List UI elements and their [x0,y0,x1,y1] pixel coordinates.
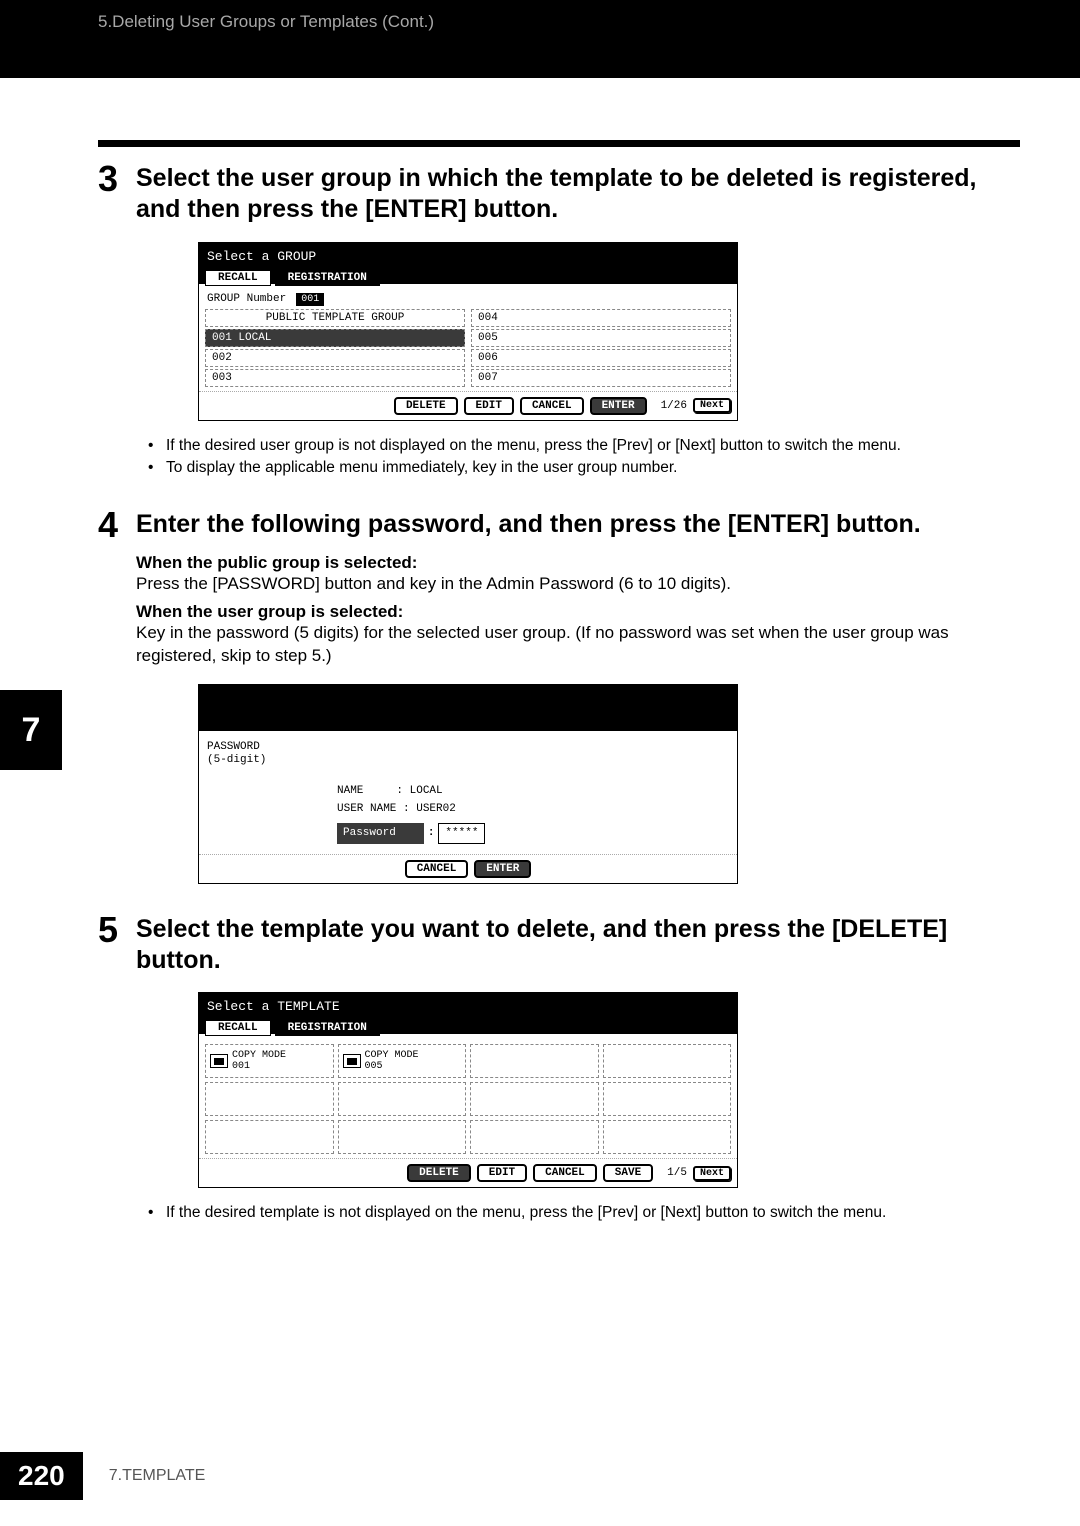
name-label: NAME [337,785,363,797]
page-header: 5.Deleting User Groups or Templates (Con… [0,0,1080,78]
enter-button[interactable]: ENTER [590,397,647,415]
tab-registration[interactable]: REGISTRATION [275,1020,380,1036]
step-number: 5 [98,912,136,948]
list-item[interactable]: 005 [471,329,731,347]
step-heading: Enter the following password, and then p… [136,507,921,540]
template-label: COPY MODE005 [365,1050,419,1072]
template-item[interactable]: COPY MODE005 [338,1044,467,1078]
save-button[interactable]: SAVE [603,1164,653,1182]
list-item[interactable]: 003 [205,369,465,387]
group-number-label: GROUP Number [207,293,286,305]
template-icon [343,1054,361,1068]
subhead: When the public group is selected: [136,553,1020,573]
tab-registration[interactable]: REGISTRATION [275,270,380,286]
cancel-button[interactable]: CANCEL [405,860,469,878]
subtext: Press the [PASSWORD] button and key in t… [136,573,1020,596]
breadcrumb: 5.Deleting User Groups or Templates (Con… [98,12,434,31]
step-5: 5 Select the template you want to delete… [98,912,1020,977]
step-number: 4 [98,507,136,543]
step-heading: Select the template you want to delete, … [136,912,1020,977]
cancel-button[interactable]: CANCEL [533,1164,597,1182]
username-label: USER NAME [337,803,396,815]
screen-button-row: DELETE EDIT CANCEL ENTER 1/26 Next [199,391,737,420]
edit-button[interactable]: EDIT [464,397,514,415]
password-body: PASSWORD (5-digit) NAME : LOCAL USER NAM… [199,731,737,853]
username-value: : USER02 [403,803,456,815]
list-item[interactable]: 002 [205,349,465,367]
template-empty[interactable] [603,1120,732,1154]
note-item: If the desired template is not displayed… [148,1202,1020,1224]
screenshot-password: PASSWORD (5-digit) NAME : LOCAL USER NAM… [198,684,738,883]
password-fields: NAME : LOCAL USER NAME : USER02 Password… [337,782,729,844]
template-empty[interactable] [205,1120,334,1154]
screen-title-blank [199,685,737,731]
template-empty[interactable] [470,1082,599,1116]
template-empty[interactable] [338,1082,467,1116]
page-indicator: 1/26 [661,400,687,412]
template-label: COPY MODE001 [232,1050,286,1072]
group-number-field[interactable]: 001 [296,293,324,306]
template-empty[interactable] [603,1044,732,1078]
note-item: If the desired user group is not display… [148,435,1020,457]
edit-button[interactable]: EDIT [477,1164,527,1182]
cancel-button[interactable]: CANCEL [520,397,584,415]
tab-row: RECALL REGISTRATION [199,270,737,286]
step-number: 3 [98,161,136,197]
page-indicator: 1/5 [667,1167,687,1179]
step-4: 4 Enter the following password, and then… [98,507,1020,543]
tab-row: RECALL REGISTRATION [199,1020,737,1036]
password-caption: PASSWORD (5-digit) [207,741,729,767]
list-item[interactable]: PUBLIC TEMPLATE GROUP [205,309,465,327]
subhead: When the user group is selected: [136,602,1020,622]
footer-section: 7.TEMPLATE [109,1467,206,1485]
note-item: To display the applicable menu immediate… [148,457,1020,479]
page-number: 220 [0,1452,83,1500]
delete-button[interactable]: DELETE [407,1164,471,1182]
tab-recall[interactable]: RECALL [205,270,271,286]
screenshot-select-group: Select a GROUP RECALL REGISTRATION GROUP… [198,242,738,421]
page-footer: 220 7.TEMPLATE [0,1452,1080,1500]
password-input[interactable]: ***** [438,823,485,844]
step-heading: Select the user group in which the templ… [136,161,1020,226]
delete-button[interactable]: DELETE [394,397,458,415]
list-item[interactable]: 004 [471,309,731,327]
next-button[interactable]: Next [693,1166,731,1181]
step-3: 3 Select the user group in which the tem… [98,161,1020,226]
step-3-notes: If the desired user group is not display… [148,435,1020,480]
name-value: : LOCAL [396,785,442,797]
group-list: PUBLIC TEMPLATE GROUP 004 001 LOCAL 005 … [199,309,737,391]
screen-button-row: DELETE EDIT CANCEL SAVE 1/5 Next [199,1158,737,1187]
screen-button-row: CANCEL ENTER [199,854,737,883]
list-item-selected[interactable]: 001 LOCAL [205,329,465,347]
template-empty[interactable] [205,1082,334,1116]
subtext: Key in the password (5 digits) for the s… [136,622,1020,668]
tab-recall[interactable]: RECALL [205,1020,271,1036]
template-icon [210,1054,228,1068]
template-empty[interactable] [338,1120,467,1154]
next-button[interactable]: Next [693,398,731,413]
list-item[interactable]: 007 [471,369,731,387]
template-grid: COPY MODE001 COPY MODE005 [199,1040,737,1158]
colon: : [428,824,435,843]
group-number-row: GROUP Number 001 [199,290,737,309]
enter-button[interactable]: ENTER [474,860,531,878]
password-label: Password [337,823,424,844]
screenshot-select-template: Select a TEMPLATE RECALL REGISTRATION CO… [198,992,738,1188]
section-rule [98,140,1020,147]
template-empty[interactable] [470,1120,599,1154]
page-content: 3 Select the user group in which the tem… [0,78,1080,1225]
template-item[interactable]: COPY MODE001 [205,1044,334,1078]
list-item[interactable]: 006 [471,349,731,367]
step-5-notes: If the desired template is not displayed… [148,1202,1020,1224]
template-empty[interactable] [470,1044,599,1078]
template-empty[interactable] [603,1082,732,1116]
step-4-details: When the public group is selected: Press… [136,553,1020,668]
